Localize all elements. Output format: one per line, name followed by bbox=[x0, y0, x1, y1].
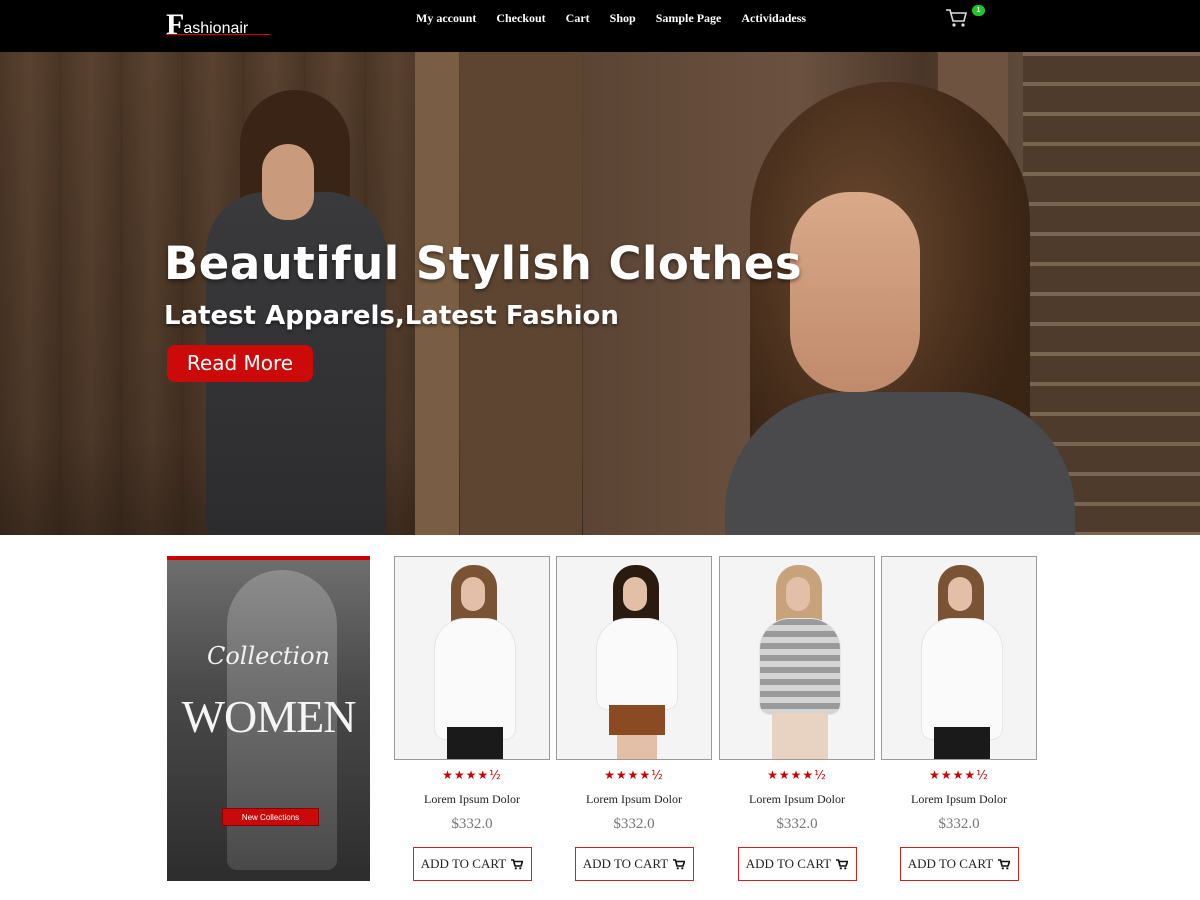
model-face bbox=[623, 577, 647, 611]
product-image[interactable] bbox=[556, 556, 712, 760]
nav-shop[interactable]: Shop bbox=[600, 10, 646, 26]
product-image[interactable] bbox=[881, 556, 1037, 760]
logo-initial: F bbox=[166, 8, 185, 41]
model-face bbox=[786, 577, 810, 611]
product-image[interactable] bbox=[719, 556, 875, 760]
model-top bbox=[435, 619, 515, 739]
add-to-cart-button[interactable]: ADD TO CART bbox=[737, 847, 857, 881]
add-to-cart-label: ADD TO CART bbox=[745, 856, 832, 871]
wood-door bbox=[460, 52, 582, 535]
cart-icon bbox=[673, 859, 686, 870]
product-card: ★★★★½ Lorem Ipsum Dolor $332.0 ADD TO CA… bbox=[719, 556, 875, 881]
add-to-cart-button[interactable]: ADD TO CART bbox=[899, 847, 1019, 881]
star-rating: ★★★★½ bbox=[442, 768, 502, 782]
product-name[interactable]: Lorem Ipsum Dolor bbox=[881, 792, 1037, 807]
product-price: $332.0 bbox=[776, 816, 818, 832]
product-card: ★★★★½ Lorem Ipsum Dolor $332.0 ADD TO CA… bbox=[881, 556, 1037, 881]
model-striped-top bbox=[760, 619, 840, 714]
nav-actividadess[interactable]: Actividadess bbox=[731, 10, 816, 26]
cart-icon bbox=[836, 859, 849, 870]
add-to-cart-button[interactable]: ADD TO CART bbox=[574, 847, 694, 881]
shopping-cart-icon[interactable] bbox=[945, 8, 969, 28]
model-shorts bbox=[609, 705, 665, 735]
hero-photo-left bbox=[0, 52, 583, 535]
wood-beam bbox=[415, 52, 459, 535]
new-collections-button[interactable]: New Collections bbox=[222, 808, 319, 826]
add-to-cart-label: ADD TO CART bbox=[907, 856, 994, 871]
collection-script-text: Collection bbox=[206, 642, 331, 670]
hero-title: Beautiful Stylish Clothes bbox=[164, 237, 803, 290]
model-face bbox=[948, 577, 972, 611]
model-bottom bbox=[934, 727, 990, 759]
cart-icon bbox=[998, 859, 1011, 870]
product-price: $332.0 bbox=[613, 816, 655, 832]
add-to-cart-button[interactable]: ADD TO CART bbox=[412, 847, 532, 881]
hero-slider: Beautiful Stylish Clothes Latest Apparel… bbox=[0, 52, 1200, 535]
nav-cart[interactable]: Cart bbox=[556, 10, 600, 26]
star-rating: ★★★★½ bbox=[604, 768, 664, 782]
product-name[interactable]: Lorem Ipsum Dolor bbox=[719, 792, 875, 807]
product-card: ★★★★½ Lorem Ipsum Dolor $332.0 ADD TO CA… bbox=[394, 556, 550, 881]
product-price: $332.0 bbox=[938, 816, 980, 832]
product-image[interactable] bbox=[394, 556, 550, 760]
model-face bbox=[262, 144, 314, 220]
nav-my-account[interactable]: My account bbox=[406, 10, 486, 26]
product-name[interactable]: Lorem Ipsum Dolor bbox=[394, 792, 550, 807]
logo-text: ashionair bbox=[183, 20, 249, 37]
site-logo[interactable]: F ashionair bbox=[166, 4, 270, 41]
add-to-cart-label: ADD TO CART bbox=[420, 856, 507, 871]
collection-title: WOMEN bbox=[181, 691, 357, 742]
nav-sample-page[interactable]: Sample Page bbox=[646, 10, 732, 26]
hero-subtitle: Latest Apparels,Latest Fashion bbox=[164, 301, 619, 331]
model-top bbox=[922, 619, 1002, 739]
star-rating: ★★★★½ bbox=[929, 768, 989, 782]
model-portrait-face bbox=[790, 192, 920, 392]
site-header: F ashionair My account Checkout Cart Sho… bbox=[0, 0, 1200, 52]
cart-icon bbox=[511, 859, 524, 870]
model-face bbox=[461, 577, 485, 611]
product-card: ★★★★½ Lorem Ipsum Dolor $332.0 ADD TO CA… bbox=[556, 556, 712, 881]
model-top bbox=[597, 619, 677, 709]
women-collection-banner[interactable]: Collection WOMEN New Collections bbox=[167, 556, 370, 881]
model-portrait-top bbox=[725, 392, 1075, 535]
model-bottom bbox=[447, 727, 503, 759]
logo-underline bbox=[166, 34, 270, 35]
product-price: $332.0 bbox=[451, 816, 493, 832]
model-pants bbox=[772, 713, 828, 759]
nav-checkout[interactable]: Checkout bbox=[486, 10, 555, 26]
add-to-cart-label: ADD TO CART bbox=[582, 856, 669, 871]
product-name[interactable]: Lorem Ipsum Dolor bbox=[556, 792, 712, 807]
model-legs bbox=[617, 735, 657, 759]
main-nav: My account Checkout Cart Shop Sample Pag… bbox=[406, 10, 816, 26]
cart-count-badge: 1 bbox=[972, 5, 985, 16]
star-rating: ★★★★½ bbox=[767, 768, 827, 782]
read-more-button[interactable]: Read More bbox=[167, 345, 313, 382]
